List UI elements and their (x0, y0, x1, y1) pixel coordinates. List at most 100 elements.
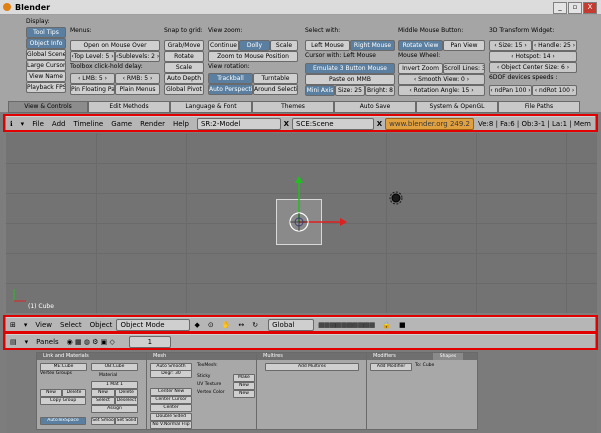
set-solid-button[interactable]: Set Solid (115, 417, 138, 425)
auto-perspective-toggle[interactable]: Auto Perspecti (208, 84, 253, 95)
top-level-field[interactable]: ‹Top Level: 5 › (70, 51, 115, 62)
smooth-view-field[interactable]: ‹ Smooth View: 0 › (398, 74, 485, 85)
widget-handle-field[interactable]: ‹ Handle: 25 › (532, 40, 577, 51)
mini-axis-toggle[interactable]: Mini Axis (305, 85, 335, 96)
material-assign-button[interactable]: Assign (91, 405, 138, 413)
menu-file[interactable]: File (32, 120, 44, 128)
delete-screen-icon[interactable]: X (284, 120, 289, 128)
zoom-dolly-toggle[interactable]: Dolly (239, 40, 270, 51)
uv-texture-new-button[interactable]: New (233, 382, 255, 390)
open-on-mouse-over-toggle[interactable]: Open on Mouse Over (70, 40, 160, 51)
around-selection-toggle[interactable]: Around Selecti (253, 84, 298, 95)
tab-file-paths[interactable]: File Paths (498, 101, 580, 113)
buttons-window-icon[interactable]: ▤ (10, 338, 17, 346)
widget-size-field[interactable]: ‹ Size: 15 › (489, 40, 532, 51)
copy-group-button[interactable]: Copy Group (40, 397, 86, 405)
view3d-window-icon[interactable]: ⊞ (10, 321, 16, 329)
zoom-continue-toggle[interactable]: Continue (208, 40, 239, 51)
set-smooth-button[interactable]: Set Smoo (91, 417, 115, 425)
menu-render[interactable]: Render (140, 120, 165, 128)
no-vnormal-flip-toggle[interactable]: No V.Normal Flip (150, 421, 192, 429)
degr-field[interactable]: Degr: 30 (150, 370, 192, 378)
menu-timeline[interactable]: Timeline (73, 120, 103, 128)
pan-view-toggle[interactable]: Pan View (443, 40, 485, 51)
scroll-lines-field[interactable]: Scroll Lines: 3 (443, 63, 485, 74)
view-name-toggle[interactable]: View Name (26, 71, 66, 82)
render-icon[interactable]: ■ (399, 321, 406, 329)
trackball-toggle[interactable]: Trackball (208, 73, 253, 84)
global-scene-toggle[interactable]: Global Scene (26, 49, 66, 60)
material-new-button[interactable]: New (91, 389, 115, 397)
maximize-button[interactable]: ▫ (568, 2, 582, 14)
tab-system-opengl[interactable]: System & OpenGL (416, 101, 498, 113)
delete-scene-icon[interactable]: X (377, 120, 382, 128)
paste-on-mmb-toggle[interactable]: Paste on MMB (305, 74, 395, 85)
context-icons[interactable]: ◉ ▦ ◍ ⚙ ▣ ◇ (67, 338, 115, 346)
pin-floating-panels-toggle[interactable]: Pin Floating Pa (70, 84, 115, 95)
large-cursors-toggle[interactable]: Large Cursors (26, 60, 66, 71)
ndof-rot-field[interactable]: ‹ ndRot 100 › (532, 85, 577, 96)
double-sided-toggle[interactable]: Double Sided (150, 413, 192, 421)
material-delete-button[interactable]: Delete (115, 389, 138, 397)
layer-buttons[interactable]: ▦▦▦▦▦▦▦▦▦▦ (318, 321, 375, 329)
ndof-pan-field[interactable]: ‹ ndPan 100 › (489, 85, 532, 96)
vertex-color-new-button[interactable]: New (233, 390, 255, 398)
menu-game[interactable]: Game (111, 120, 132, 128)
mesh-datablock-field[interactable]: ME:Cube (40, 363, 87, 371)
header-collapse-icon[interactable]: ▾ (21, 120, 25, 128)
tool-tips-toggle[interactable]: Tool Tips (26, 27, 66, 38)
frame-field[interactable]: 1 (128, 335, 171, 348)
object-datablock-field[interactable]: OB:Cube (91, 363, 138, 371)
select-right-mouse-toggle[interactable]: Right Mouse (350, 40, 395, 51)
mini-axis-size-field[interactable]: Size: 25 (335, 85, 365, 96)
menu-add[interactable]: Add (52, 120, 66, 128)
rotate-icon[interactable]: ↻ (252, 321, 258, 329)
manipulator-icon[interactable]: ✋ (222, 321, 231, 329)
material-index-field[interactable]: 1 Mat 1 (91, 381, 138, 389)
snap-grab-toggle[interactable]: Grab/Move (164, 40, 204, 51)
emulate-3-button-toggle[interactable]: Emulate 3 Button Mouse (305, 63, 395, 74)
tab-view-controls[interactable]: View & Controls (8, 101, 88, 113)
lmb-delay-field[interactable]: ‹ LMB: 5 › (70, 73, 115, 84)
zoom-scale-toggle[interactable]: Scale (270, 40, 298, 51)
tab-themes[interactable]: Themes (252, 101, 334, 113)
widget-hotspot-field[interactable]: ‹ Hotspot: 14 › (489, 51, 577, 62)
lock-icon[interactable]: 🔒 (382, 321, 391, 329)
add-modifier-button[interactable]: Add Modifier (370, 363, 412, 371)
sublevels-field[interactable]: ‹Sublevels: 2 › (115, 51, 160, 62)
invert-zoom-toggle[interactable]: Invert Zoom (398, 63, 443, 74)
pivot-icon[interactable]: ⊙ (208, 321, 214, 329)
material-select-button[interactable]: Select (91, 397, 115, 405)
menu-view[interactable]: View (35, 321, 52, 329)
add-multires-button[interactable]: Add Multires (265, 363, 359, 371)
mini-axis-bright-field[interactable]: Bright: 8 (365, 85, 395, 96)
minimize-button[interactable]: _ (553, 2, 567, 14)
snap-scale-toggle[interactable]: Scale (164, 62, 204, 73)
auto-tex-space-toggle[interactable]: AutoTexSpace (40, 417, 86, 425)
snap-rotate-toggle[interactable]: Rotate (164, 51, 204, 62)
tab-edit-methods[interactable]: Edit Methods (88, 101, 170, 113)
tab-language-font[interactable]: Language & Font (170, 101, 252, 113)
buttons-collapse-icon[interactable]: ▾ (25, 338, 29, 346)
tab-auto-save[interactable]: Auto Save (334, 101, 416, 113)
object-center-size-field[interactable]: ‹ Object Center Size: 6 › (489, 62, 577, 73)
zoom-to-mouse-toggle[interactable]: Zoom to Mouse Position (208, 51, 298, 62)
menu-select[interactable]: Select (60, 321, 82, 329)
vgroup-delete-button[interactable]: Delete (62, 389, 86, 397)
center-cursor-button[interactable]: Center Cursor (150, 396, 192, 404)
playback-fps-toggle[interactable]: Playback FPS (26, 82, 66, 93)
plain-menus-toggle[interactable]: Plain Menus (115, 84, 160, 95)
shapes-tab[interactable]: Shapes (433, 353, 463, 360)
orientation-selector[interactable]: Global (268, 318, 315, 331)
3d-viewport[interactable]: (1) Cube (6, 133, 597, 313)
material-deselect-button[interactable]: Deselect (115, 397, 138, 405)
close-button[interactable]: X (583, 2, 597, 14)
menu-object[interactable]: Object (90, 321, 113, 329)
center-new-button[interactable]: Center New (150, 388, 192, 396)
rmb-delay-field[interactable]: ‹ RMB: 5 › (115, 73, 160, 84)
panels-menu[interactable]: Panels (36, 338, 59, 346)
screen-selector[interactable]: SR:2-Model (196, 117, 281, 130)
vgroup-new-button[interactable]: New (40, 389, 62, 397)
transform-manipulator[interactable] (6, 133, 597, 313)
global-pivot-toggle[interactable]: Global Pivot (164, 84, 204, 95)
